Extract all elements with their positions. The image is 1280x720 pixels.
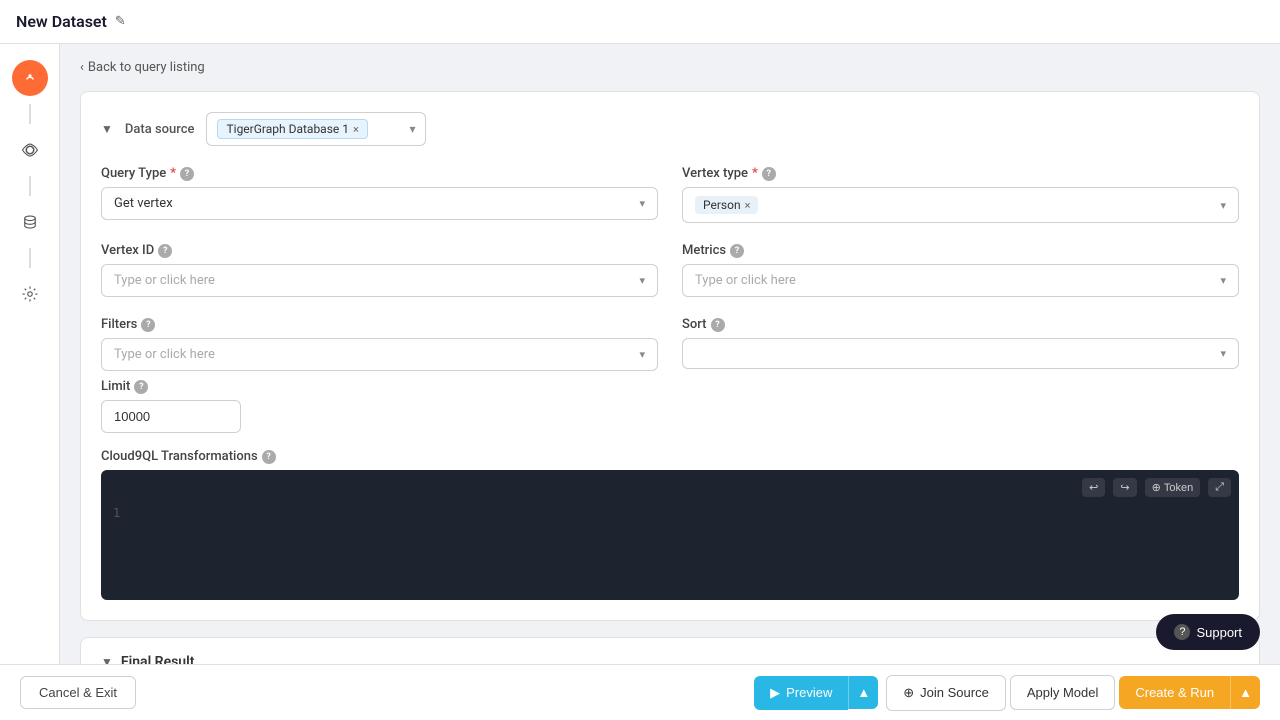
form-grid: Query Type * ? Get vertex ▾ Vertex type … <box>101 166 1239 371</box>
final-result-collapse-icon[interactable]: ▼ <box>101 655 113 664</box>
sidebar-connector-1 <box>29 104 31 124</box>
sort-label: Sort ? <box>682 317 1239 332</box>
metrics-group: Metrics ? Type or click here ▾ <box>682 243 1239 297</box>
query-type-select[interactable]: Get vertex ▾ <box>101 187 658 220</box>
preview-button[interactable]: ▶ Preview <box>754 676 848 710</box>
back-link[interactable]: ‹ Back to query listing <box>80 60 1260 75</box>
collapse-icon[interactable]: ▼ <box>101 122 113 136</box>
data-source-select[interactable]: TigerGraph Database 1 × ▾ <box>206 112 426 146</box>
required-star: * <box>170 166 176 181</box>
vertex-type-select[interactable]: Person × ▾ <box>682 187 1239 223</box>
filters-chevron-icon: ▾ <box>639 348 645 361</box>
vertex-id-chevron-icon: ▾ <box>639 274 645 287</box>
data-source-remove-icon[interactable]: × <box>353 123 359 136</box>
limit-input[interactable] <box>101 400 241 433</box>
data-source-chevron-icon: ▾ <box>409 122 415 136</box>
vertex-type-tag: Person × <box>695 196 758 214</box>
sort-chevron-icon: ▾ <box>1220 347 1226 360</box>
sidebar-icon-database[interactable] <box>12 204 48 240</box>
vertex-id-label: Vertex ID ? <box>101 243 658 258</box>
support-button[interactable]: ? Support <box>1156 614 1260 650</box>
final-result-title: Final Result <box>121 654 195 664</box>
query-type-chevron-icon: ▾ <box>639 197 645 210</box>
cancel-button[interactable]: Cancel & Exit <box>20 676 136 709</box>
query-type-group: Query Type * ? Get vertex ▾ <box>101 166 658 223</box>
vertex-id-help-icon[interactable]: ? <box>158 244 172 258</box>
sort-help-icon[interactable]: ? <box>711 318 725 332</box>
expand-button[interactable]: ⤢ <box>1208 478 1231 497</box>
bottom-bar: Cancel & Exit ▶ Preview ▲ ⊕ Join Source … <box>0 664 1280 720</box>
vertex-type-group: Vertex type * ? Person × ▾ <box>682 166 1239 223</box>
vertex-type-label: Vertex type * ? <box>682 166 1239 181</box>
sidebar-icon-logo[interactable] <box>12 60 48 96</box>
metrics-label: Metrics ? <box>682 243 1239 258</box>
filters-label: Filters ? <box>101 317 658 332</box>
limit-help-icon[interactable]: ? <box>134 380 148 394</box>
main-card: ▼ Data source TigerGraph Database 1 × ▾ … <box>80 91 1260 621</box>
sort-input[interactable]: ▾ <box>682 338 1239 369</box>
vertex-required-star: * <box>752 166 758 181</box>
limit-label: Limit ? <box>101 379 1239 394</box>
create-run-button[interactable]: Create & Run <box>1119 676 1230 709</box>
sidebar-icon-settings[interactable] <box>12 276 48 312</box>
code-editor[interactable]: ↩ ↪ ⊕ Token ⤢ 1 <box>101 470 1239 600</box>
support-icon: ? <box>1174 624 1190 640</box>
final-result-card: ▼ Final Result <box>80 637 1260 664</box>
metrics-help-icon[interactable]: ? <box>730 244 744 258</box>
query-type-label: Query Type * ? <box>101 166 658 181</box>
filters-group: Filters ? Type or click here ▾ <box>101 317 658 371</box>
cloud9ql-help-icon[interactable]: ? <box>262 450 276 464</box>
sidebar-connector-3 <box>29 248 31 268</box>
create-run-chevron-button[interactable]: ▲ <box>1230 676 1260 709</box>
vertex-type-help-icon[interactable]: ? <box>762 167 776 181</box>
page-title: New Dataset <box>16 12 107 31</box>
cloud9ql-label: Cloud9QL Transformations ? <box>101 449 1239 464</box>
vertex-type-remove-icon[interactable]: × <box>745 199 751 212</box>
metrics-chevron-icon: ▾ <box>1220 274 1226 287</box>
data-source-row: ▼ Data source TigerGraph Database 1 × ▾ <box>101 112 1239 146</box>
sidebar-icon-preview[interactable] <box>12 132 48 168</box>
cloud9ql-section: Cloud9QL Transformations ? ↩ ↪ ⊕ Token ⤢… <box>101 449 1239 600</box>
vertex-type-chevron-icon: ▾ <box>1220 199 1226 212</box>
token-button[interactable]: ⊕ Token <box>1145 478 1201 497</box>
content-area: ‹ Back to query listing ▼ Data source Ti… <box>60 44 1280 664</box>
join-plus-icon: ⊕ <box>903 685 914 701</box>
line-number: 1 <box>113 482 1227 520</box>
filters-help-icon[interactable]: ? <box>141 318 155 332</box>
main-layout: ‹ Back to query listing ▼ Data source Ti… <box>0 44 1280 664</box>
final-result-header: ▼ Final Result <box>101 654 1239 664</box>
editor-toolbar: ↩ ↪ ⊕ Token ⤢ <box>1082 478 1231 497</box>
filters-input[interactable]: Type or click here ▾ <box>101 338 658 371</box>
metrics-input[interactable]: Type or click here ▾ <box>682 264 1239 297</box>
data-source-tag: TigerGraph Database 1 × <box>217 119 367 139</box>
top-bar: New Dataset ✎ <box>0 0 1280 44</box>
token-icon: ⊕ <box>1152 481 1161 494</box>
vertex-id-input[interactable]: Type or click here ▾ <box>101 264 658 297</box>
redo-button[interactable]: ↪ <box>1113 478 1136 497</box>
preview-chevron-button[interactable]: ▲ <box>848 676 878 709</box>
data-source-label: Data source <box>125 122 195 137</box>
apply-model-button[interactable]: Apply Model <box>1010 675 1116 710</box>
sort-group: Sort ? ▾ <box>682 317 1239 371</box>
join-source-button[interactable]: ⊕ Join Source <box>886 675 1006 711</box>
play-icon: ▶ <box>770 685 780 701</box>
back-arrow-icon: ‹ <box>80 60 84 75</box>
limit-section: Limit ? <box>101 379 1239 433</box>
query-type-help-icon[interactable]: ? <box>180 167 194 181</box>
sidebar-connector-2 <box>29 176 31 196</box>
vertex-id-group: Vertex ID ? Type or click here ▾ <box>101 243 658 297</box>
edit-icon[interactable]: ✎ <box>115 14 126 29</box>
undo-button[interactable]: ↩ <box>1082 478 1105 497</box>
sidebar <box>0 44 60 664</box>
action-buttons: ▶ Preview ▲ ⊕ Join Source Apply Model Cr… <box>754 675 1260 711</box>
